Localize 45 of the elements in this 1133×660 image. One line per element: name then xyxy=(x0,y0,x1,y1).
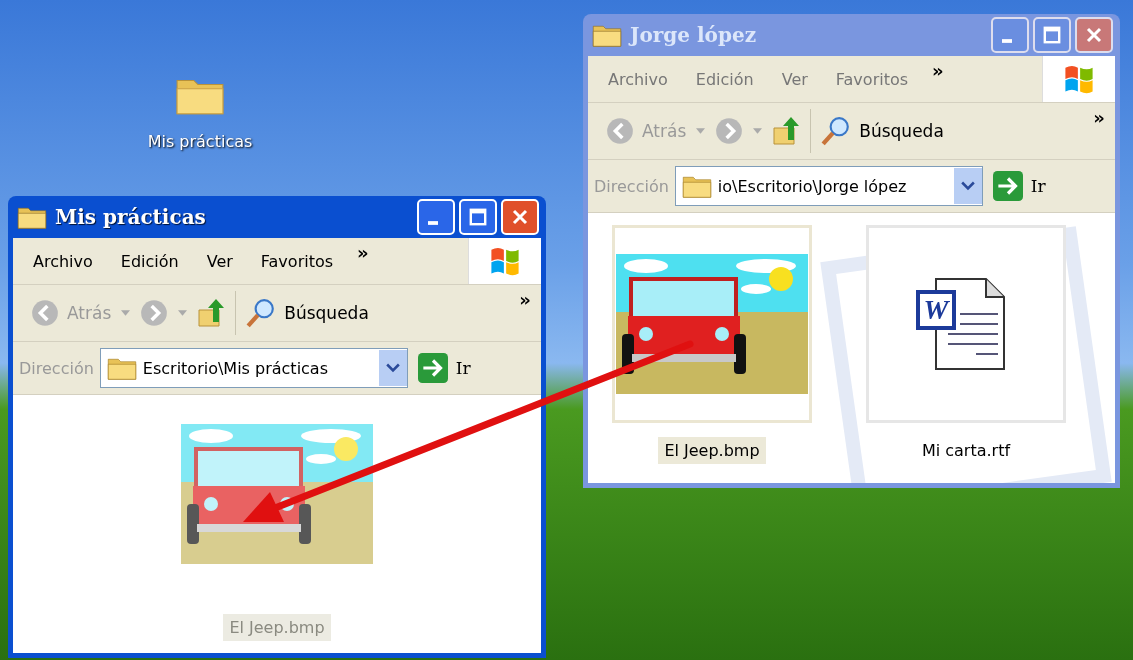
dropdown-caret-icon[interactable] xyxy=(178,310,188,316)
menu-item[interactable]: Favoritos xyxy=(260,251,334,271)
search-icon xyxy=(246,298,277,328)
menu-item[interactable]: Archivo xyxy=(608,69,668,89)
dropdown-caret-icon[interactable] xyxy=(753,128,763,134)
file-thumbnail[interactable]: W xyxy=(866,225,1066,423)
chevron-down-icon xyxy=(960,181,975,191)
back-icon xyxy=(31,299,59,327)
menu-item[interactable]: Favoritos xyxy=(835,69,909,89)
toolbar-overflow-button[interactable]: » xyxy=(1093,107,1105,128)
minimize-icon xyxy=(428,221,438,225)
address-dropdown-button[interactable] xyxy=(378,350,407,386)
window-title: Jorge lópez xyxy=(630,23,756,47)
forward-icon[interactable] xyxy=(715,117,744,145)
search-icon xyxy=(821,116,852,146)
word-logo: W xyxy=(916,290,956,330)
menu-overflow-button[interactable]: » xyxy=(932,60,944,81)
address-label: Dirección xyxy=(594,176,669,196)
file-name[interactable]: Mi carta.rtf xyxy=(915,437,1017,464)
folder-up-icon[interactable] xyxy=(197,298,226,328)
address-dropdown-button[interactable] xyxy=(953,168,982,204)
address-label: Dirección xyxy=(19,358,94,378)
dropdown-caret-icon[interactable] xyxy=(121,310,131,316)
menu-item[interactable]: Edición xyxy=(695,69,754,89)
address-field[interactable]: io\Escritorio\Jorge lópez xyxy=(674,166,983,206)
back-icon xyxy=(606,117,634,145)
dropdown-caret-icon[interactable] xyxy=(696,128,706,134)
menu-overflow-button[interactable]: » xyxy=(357,242,369,263)
file-name[interactable]: El Jeep.bmp xyxy=(658,437,766,464)
chevron-down-icon xyxy=(385,363,400,373)
go-button[interactable]: Ir xyxy=(413,353,475,383)
menu-item[interactable]: Archivo xyxy=(33,251,93,271)
go-button[interactable]: Ir xyxy=(988,171,1050,201)
folder-up-icon[interactable] xyxy=(772,116,801,146)
file-thumbnail[interactable] xyxy=(612,225,812,423)
toolbar-overflow-button[interactable]: » xyxy=(519,289,531,310)
menu-item[interactable]: Edición xyxy=(120,251,179,271)
minimize-icon xyxy=(1002,39,1012,43)
menu-item[interactable]: Ver xyxy=(206,251,233,271)
window-title: Mis prácticas xyxy=(55,205,206,229)
menu-item[interactable]: Ver xyxy=(781,69,808,89)
search-button[interactable]: Búsqueda xyxy=(821,116,944,146)
forward-icon[interactable] xyxy=(140,299,169,327)
address-field[interactable]: Escritorio\Mis prácticas xyxy=(99,348,408,388)
search-button[interactable]: Búsqueda xyxy=(246,298,369,328)
